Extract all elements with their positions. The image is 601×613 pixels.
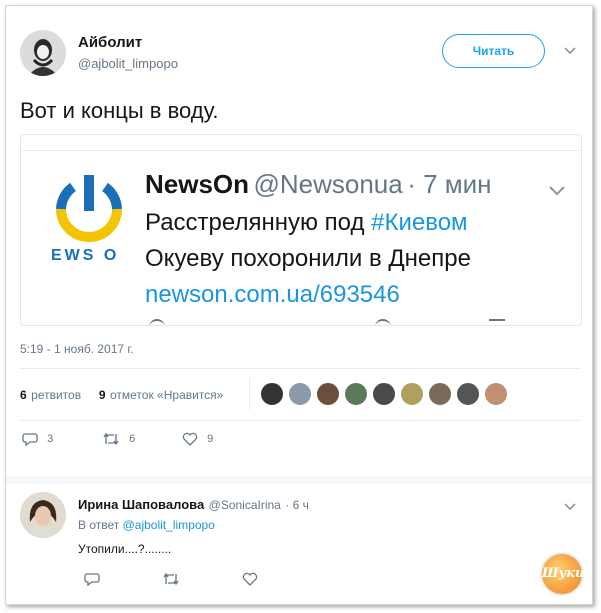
embedded-header: NewsOn @Newsonua · 7 мин (145, 169, 492, 200)
embedded-text-plain: Расстрелянную под (145, 209, 365, 236)
likes-label[interactable]: отметок «Нравится» (110, 388, 223, 402)
newson-logo (51, 169, 127, 259)
retweets-label[interactable]: ретвитов (31, 388, 81, 402)
retweet-icon (103, 432, 119, 446)
embedded-line-2: Окуеву похоронили в Днепре (145, 245, 471, 272)
like-count: 9 (207, 432, 214, 445)
liker-avatar[interactable] (344, 382, 368, 406)
reply-more-options-icon[interactable] (564, 498, 576, 514)
reply-header: Ирина Шаповалова @SonicaIrina · 6 ч (78, 496, 309, 514)
reply-author-avatar[interactable] (20, 492, 66, 538)
heart-icon (182, 432, 198, 446)
liker-avatar[interactable] (372, 382, 396, 406)
retweet-action[interactable]: 6 (102, 432, 135, 446)
follow-button[interactable]: Читать (442, 34, 545, 68)
liker-avatar[interactable] (260, 382, 284, 406)
reply-reply-icon[interactable] (84, 572, 100, 591)
liker-avatar[interactable] (316, 382, 340, 406)
reply-author-handle[interactable]: @SonicaIrina (209, 498, 281, 512)
author-name[interactable]: Айболит (78, 34, 142, 51)
embedded-line-1: Расстрелянную под #Киевом (145, 205, 468, 241)
reply-icon (22, 433, 38, 447)
retweets-count[interactable]: 6 (20, 388, 27, 402)
newson-logo-text: EWS O (51, 247, 120, 264)
embedded-actions-cutoff (145, 319, 525, 325)
embedded-chevron-icon (549, 183, 565, 199)
retweet-count: 6 (129, 432, 136, 445)
embedded-time: · 7 мин (407, 169, 492, 199)
embedded-link[interactable]: newson.com.ua/693546 (145, 277, 400, 313)
reply-action[interactable]: 3 (22, 432, 54, 447)
embedded-hashtag[interactable]: #Киевом (371, 209, 467, 236)
reply-like-icon[interactable] (242, 572, 258, 591)
embedded-author-name[interactable]: NewsOn (145, 169, 249, 199)
divider-2 (20, 420, 580, 421)
reply-retweet-icon[interactable] (162, 572, 180, 591)
reply-context-prefix: В ответ (78, 518, 120, 532)
reply-text: Утопили....?........ (78, 542, 172, 556)
liker-avatar[interactable] (428, 382, 452, 406)
watermark-logo: Шуки (542, 554, 585, 594)
reply-time[interactable]: · 6 ч (285, 498, 309, 512)
likers-avatars (260, 382, 530, 408)
more-options-icon[interactable] (564, 42, 576, 58)
reply-count: 3 (47, 432, 54, 445)
liker-avatar[interactable] (288, 382, 312, 406)
tweet-timestamp[interactable]: 5:19 - 1 нояб. 2017 г. (20, 342, 134, 356)
liker-avatar[interactable] (400, 382, 424, 406)
author-handle[interactable]: @ajbolit_limpopo (78, 56, 178, 71)
author-avatar[interactable] (20, 30, 66, 76)
engagement-counts: 6 ретвитов 9 отметок «Нравится» (20, 386, 223, 404)
tweet-text: Вот и концы в воду. (20, 98, 219, 123)
like-action[interactable]: 9 (182, 432, 213, 446)
liker-avatar[interactable] (484, 382, 508, 406)
reply-context-handle[interactable]: @ajbolit_limpopo (123, 518, 215, 532)
tweet-screenshot: Айболит @ajbolit_limpopo Читать Вот и ко… (5, 5, 593, 605)
likes-count[interactable]: 9 (99, 388, 106, 402)
reply-author-name[interactable]: Ирина Шаповалова (78, 497, 204, 512)
card-top-divider (21, 150, 581, 151)
counts-divider (249, 378, 250, 410)
watermark-text: Шуки (542, 566, 585, 581)
reply-context: В ответ @ajbolit_limpopo (78, 518, 215, 532)
liker-avatar[interactable] (456, 382, 480, 406)
divider-1 (20, 368, 580, 369)
embedded-media-card[interactable]: EWS O NewsOn @Newsonua · 7 мин Расстреля… (20, 134, 582, 326)
embedded-author-handle[interactable]: @Newsonua (253, 169, 402, 199)
